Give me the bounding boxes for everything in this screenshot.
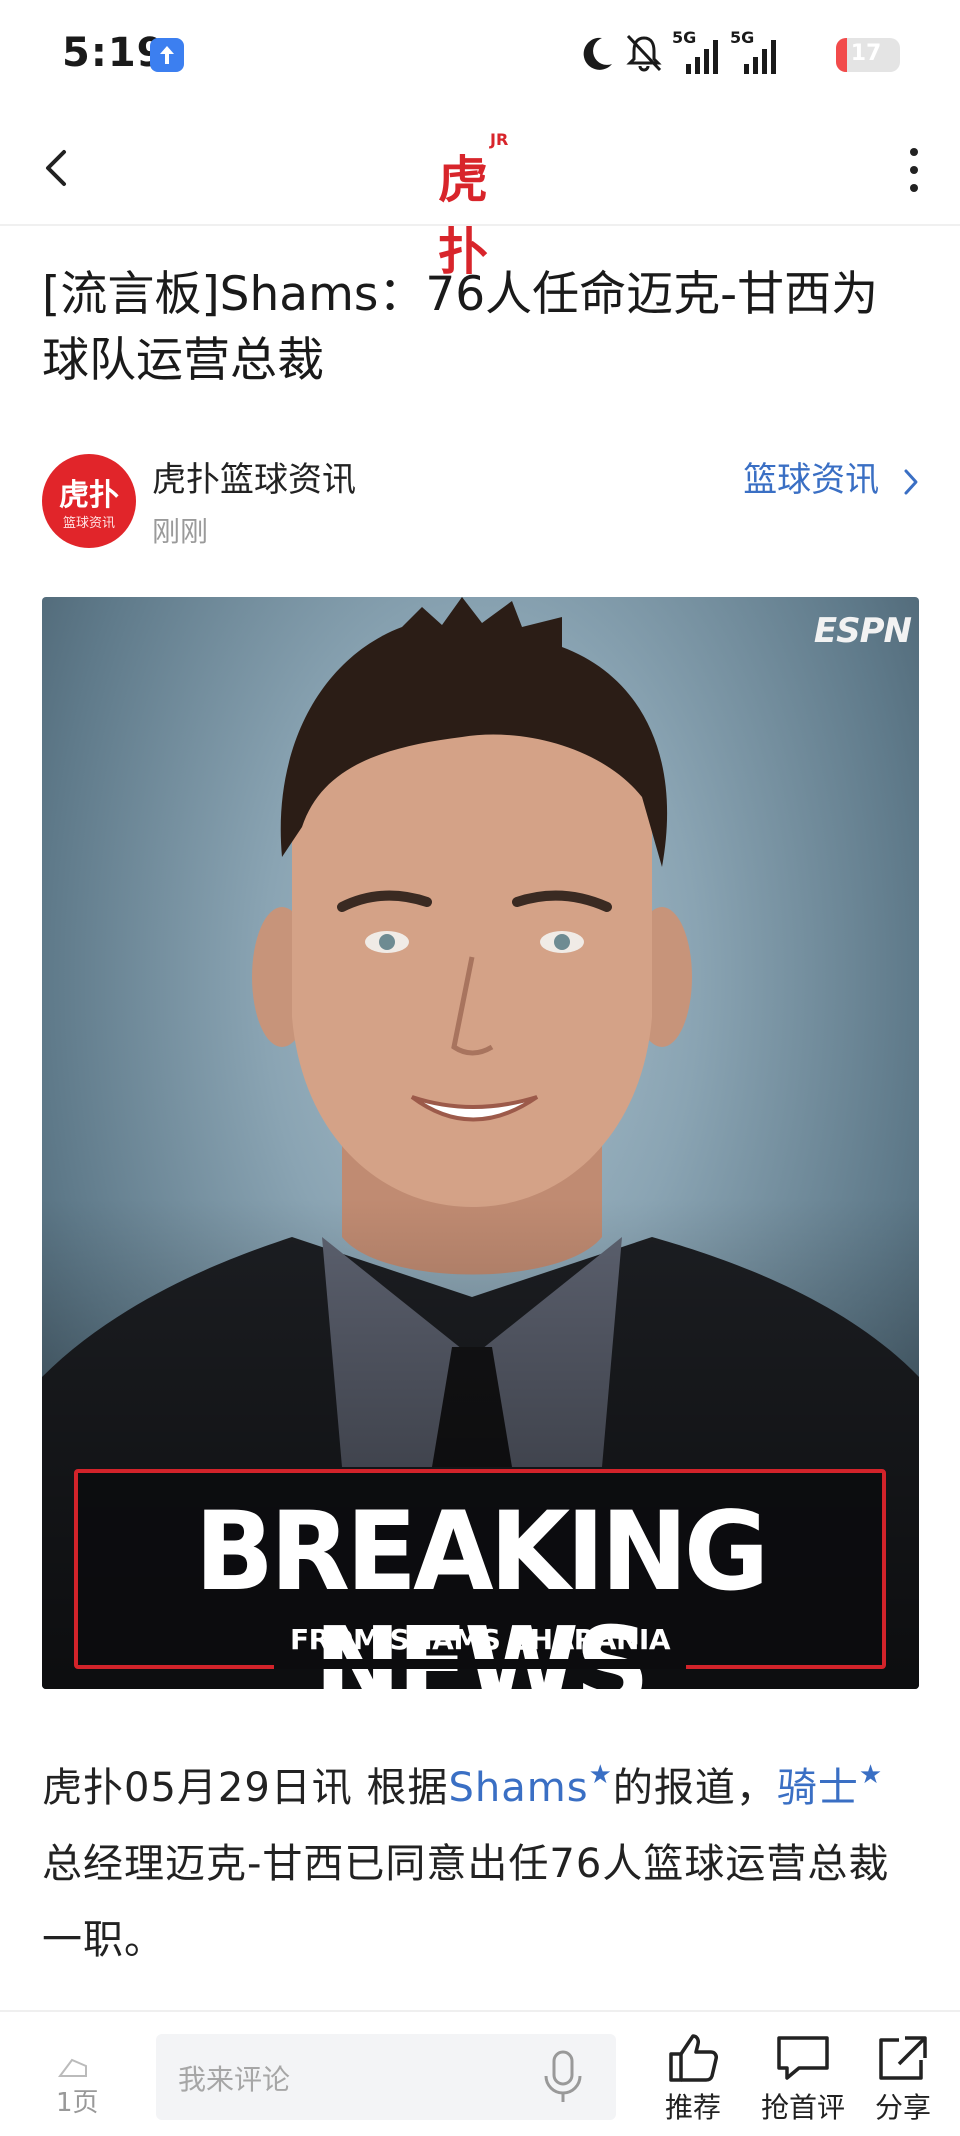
thumbs-up-icon: [669, 2034, 718, 2082]
upload-notification-icon: [150, 38, 184, 72]
chevron-left-icon: [46, 150, 66, 186]
microphone-icon[interactable]: [538, 2048, 588, 2106]
share-icon: [879, 2036, 927, 2080]
battery-level: 17: [850, 41, 882, 66]
banner-gap: [274, 1659, 686, 1669]
moon-icon: [583, 37, 612, 70]
article-image[interactable]: ESPN BREAKING NEWS FROM SHAMS CHARANIA: [42, 597, 919, 1689]
body-text-3: 总经理迈克-甘西已同意出任76人篮球运营总裁一职。: [42, 1841, 890, 1963]
star-icon: ★: [858, 1760, 884, 1790]
logo-sup: JR: [490, 130, 509, 149]
comment-bubble-icon: [777, 2036, 829, 2080]
signal-bars-icon: [744, 40, 776, 74]
article-body: 虎扑05月29日讯 根据Shams★的报道，骑士★总经理迈克-甘西已同意出任76…: [42, 1750, 922, 1978]
category-label: 篮球资讯: [743, 460, 880, 500]
article-title: [流言板]Shams：76人任命迈克-甘西为球队运营总裁: [42, 267, 879, 388]
first-comment-button[interactable]: 抢首评: [748, 2032, 858, 2132]
shams-link[interactable]: Shams: [449, 1765, 589, 1811]
body-text-2: 的报道，: [612, 1765, 777, 1811]
share-label: 分享: [874, 2091, 931, 2124]
signal-2: 5G: [730, 28, 790, 76]
avatar-sub-text: 篮球资讯: [62, 516, 115, 531]
status-icons: 5G 5G 17: [580, 28, 900, 78]
more-vertical-icon: [910, 148, 918, 192]
cavaliers-link[interactable]: 骑士: [777, 1765, 859, 1811]
share-button[interactable]: 分享: [848, 2032, 958, 2132]
from-shams-text: FROM SHAMS CHARANIA: [289, 1623, 671, 1656]
breaking-news-banner: BREAKING NEWS FROM SHAMS CHARANIA: [74, 1469, 886, 1690]
page-icon: [58, 2058, 87, 2077]
recommend-label: 推荐: [664, 2091, 721, 2124]
bottom-bar: 1页 我来评论 推荐 抢首评 分享: [0, 2010, 960, 2136]
page-count[interactable]: 1页: [56, 2082, 99, 2119]
more-options-button[interactable]: [894, 138, 934, 202]
app-header: 虎扑 JR: [0, 110, 960, 281]
author-avatar[interactable]: 虎扑 篮球资讯: [42, 454, 136, 548]
chevron-right-icon: [904, 469, 918, 494]
comment-placeholder: 我来评论: [178, 2063, 291, 2096]
battery-indicator: 17: [836, 38, 900, 72]
comment-input[interactable]: 我来评论: [156, 2034, 616, 2120]
banner-inner: BREAKING NEWS FROM SHAMS CHARANIA: [78, 1473, 882, 1690]
hupu-logo: 虎扑 JR: [438, 130, 528, 281]
author-row: 虎扑 篮球资讯 虎扑篮球资讯 刚刚 篮球资讯: [42, 450, 922, 550]
author-name[interactable]: 虎扑篮球资讯: [152, 452, 356, 501]
body-text-1: 虎扑05月29日讯 根据: [42, 1765, 449, 1811]
avatar-logo-text: 虎扑: [59, 478, 119, 513]
first-comment-label: 抢首评: [760, 2091, 845, 2124]
signal-1: 5G: [672, 28, 722, 76]
category-link[interactable]: 篮球资讯: [743, 452, 922, 501]
recommend-button[interactable]: 推荐: [638, 2032, 748, 2132]
back-button[interactable]: [28, 136, 92, 200]
status-bar: 5:19 5G 5G 17: [0, 0, 960, 110]
star-icon: ★: [588, 1760, 613, 1790]
publish-time: 刚刚: [152, 515, 209, 548]
signal-bars-icon: [686, 40, 718, 74]
silent-bell-icon: [626, 34, 662, 72]
espn-logo: ESPN: [813, 611, 912, 651]
